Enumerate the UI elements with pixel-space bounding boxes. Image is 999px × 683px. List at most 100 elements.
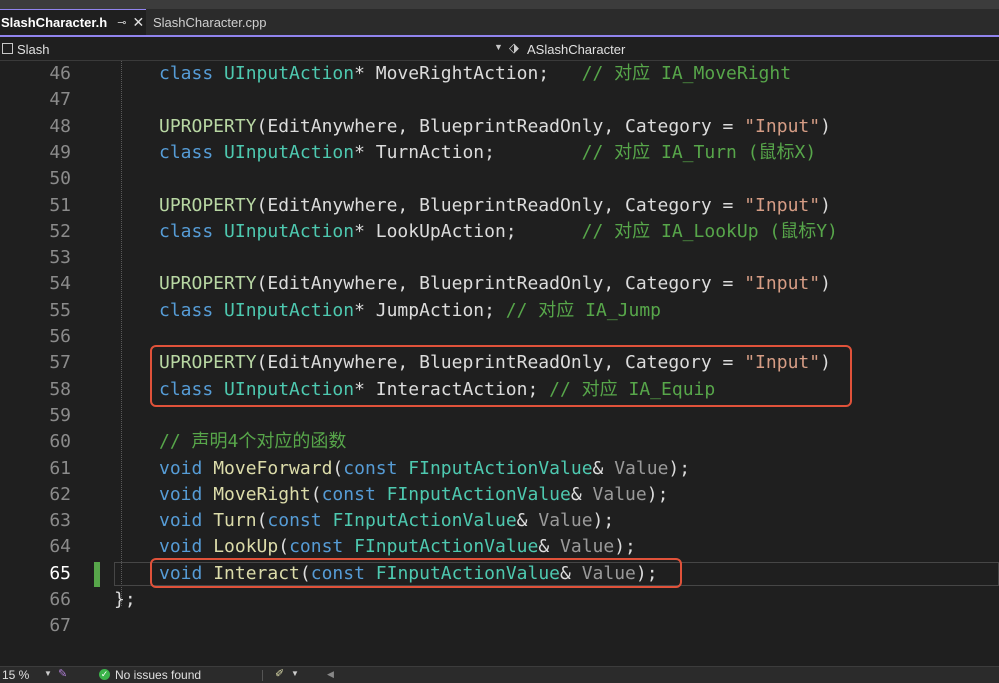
code-token: UInputAction bbox=[224, 63, 355, 84]
code-token: void bbox=[159, 457, 203, 479]
code-token: UInputAction bbox=[224, 299, 355, 321]
line-number: 59 bbox=[49, 404, 71, 426]
line-number: 62 bbox=[49, 483, 71, 505]
issues-status[interactable]: No issues found bbox=[115, 668, 201, 682]
code-token: "Input" bbox=[744, 273, 821, 295]
code-line: 60 // 声明4个对应的函数 bbox=[0, 429, 999, 455]
code-token: ) bbox=[820, 115, 831, 137]
status-bar: 15 % ▼ ✎ ✓ No issues found ✐ ▼ ◀ bbox=[0, 666, 999, 683]
code-text: class UInputAction* JumpAction; // 对应 IA… bbox=[159, 298, 661, 324]
code-token: (EditAnywhere, BlueprintReadOnly, Catego… bbox=[256, 115, 745, 137]
divider bbox=[262, 670, 263, 681]
code-text: void Turn(const FInputActionValue& Value… bbox=[159, 508, 614, 534]
code-token: Turn bbox=[213, 510, 257, 532]
close-icon[interactable]: ✕ bbox=[132, 14, 144, 31]
chevron-down-icon[interactable]: ▼ bbox=[44, 669, 52, 678]
line-number: 64 bbox=[49, 536, 71, 558]
code-token: void bbox=[159, 536, 203, 558]
code-token: // 声明4个对应的函数 bbox=[159, 431, 347, 453]
line-number: 47 bbox=[49, 89, 71, 111]
tab-label: SlashCharacter.cpp bbox=[153, 14, 267, 30]
code-token: FInputActionValue bbox=[354, 536, 539, 558]
code-token: Value bbox=[538, 510, 593, 532]
code-token: (EditAnywhere, BlueprintReadOnly, Catego… bbox=[256, 273, 745, 295]
line-number: 66 bbox=[49, 589, 71, 610]
code-token: // 对应 IA_Turn (鼠标X) bbox=[581, 141, 817, 163]
tab-slashcharacter-h[interactable]: SlashCharacter.h ⊸ ✕ bbox=[0, 9, 146, 35]
code-token: "Input" bbox=[744, 115, 821, 137]
code-text: UPROPERTY(EditAnywhere, BlueprintReadOnl… bbox=[159, 193, 831, 219]
chevron-down-icon[interactable]: ▼ bbox=[494, 42, 503, 52]
brush-icon[interactable]: ✐ bbox=[275, 667, 284, 680]
code-token: }; bbox=[114, 589, 136, 610]
code-token: ( bbox=[278, 536, 290, 558]
code-text: UPROPERTY(EditAnywhere, BlueprintReadOnl… bbox=[159, 271, 831, 297]
code-token: UInputAction bbox=[224, 220, 355, 242]
code-line: 66}; bbox=[0, 587, 999, 613]
code-token: ( bbox=[310, 483, 322, 505]
code-token: ) bbox=[820, 194, 831, 216]
code-token: * MoveRightAction; bbox=[354, 63, 582, 84]
code-token: MoveRight bbox=[213, 483, 311, 505]
line-number: 67 bbox=[49, 615, 71, 637]
pin-icon[interactable]: ⊸ bbox=[117, 16, 126, 29]
code-text: void MoveForward(const FInputActionValue… bbox=[159, 456, 690, 482]
line-number: 65 bbox=[49, 562, 71, 584]
code-line: 47 bbox=[0, 87, 999, 113]
window-top-strip bbox=[0, 0, 999, 9]
highlight-box-interact-property bbox=[150, 345, 852, 408]
scroll-left-icon[interactable]: ◀ bbox=[327, 669, 334, 680]
line-number: 60 bbox=[49, 431, 71, 453]
code-token: UPROPERTY bbox=[159, 273, 257, 295]
code-line: 49 class UInputAction* TurnAction; // 对应 … bbox=[0, 140, 999, 166]
code-line: 53 bbox=[0, 245, 999, 271]
tab-label: SlashCharacter.h bbox=[1, 15, 108, 30]
code-cleanup-icon[interactable]: ✎ bbox=[58, 667, 67, 680]
code-token: * JumpAction; bbox=[354, 299, 506, 321]
line-number: 52 bbox=[49, 220, 71, 242]
line-number: 53 bbox=[49, 247, 71, 269]
code-line: 63 void Turn(const FInputActionValue& Val… bbox=[0, 508, 999, 534]
class-scope-icon: ⬗ bbox=[509, 40, 519, 55]
code-token: * LookUpAction; bbox=[354, 220, 582, 242]
code-token: Value bbox=[592, 483, 647, 505]
code-token: // 对应 IA_LookUp (鼠标Y) bbox=[581, 220, 838, 242]
code-line: 52 class UInputAction* LookUpAction; // 对… bbox=[0, 219, 999, 245]
line-number: 49 bbox=[49, 141, 71, 163]
line-number: 55 bbox=[49, 299, 71, 321]
highlight-box-interact-function bbox=[150, 557, 682, 588]
code-line: 62 void MoveRight(const FInputActionValue… bbox=[0, 482, 999, 508]
code-token: void bbox=[159, 483, 203, 505]
code-text: // 声明4个对应的函数 bbox=[159, 429, 346, 455]
zoom-level[interactable]: 15 % bbox=[2, 668, 29, 682]
code-token: UInputAction bbox=[224, 141, 355, 163]
code-text: class UInputAction* MoveRightAction; // … bbox=[159, 61, 791, 87]
code-token: & bbox=[516, 510, 539, 532]
code-text: UPROPERTY(EditAnywhere, BlueprintReadOnl… bbox=[159, 114, 831, 140]
line-number: 46 bbox=[49, 63, 71, 84]
code-line: 50 bbox=[0, 166, 999, 192]
code-token: // 对应 IA_MoveRight bbox=[581, 63, 792, 84]
scope-dropdown[interactable]: ASlashCharacter bbox=[527, 42, 625, 57]
code-token: const bbox=[343, 457, 398, 479]
document-tab-bar: SlashCharacter.h ⊸ ✕ SlashCharacter.cpp bbox=[0, 9, 999, 37]
code-token: LookUp bbox=[213, 536, 279, 558]
code-line: 51 UPROPERTY(EditAnywhere, BlueprintReadO… bbox=[0, 193, 999, 219]
code-token: ); bbox=[592, 510, 615, 532]
tab-slashcharacter-cpp[interactable]: SlashCharacter.cpp bbox=[148, 9, 278, 35]
code-token: Value bbox=[560, 536, 615, 558]
code-editor[interactable]: 46 class UInputAction* MoveRightAction; /… bbox=[0, 61, 999, 666]
change-marker bbox=[94, 561, 100, 587]
chevron-down-icon[interactable]: ▼ bbox=[291, 669, 299, 678]
project-dropdown[interactable]: Slash bbox=[17, 42, 50, 57]
code-token: ); bbox=[646, 483, 669, 505]
line-number: 48 bbox=[49, 115, 71, 137]
